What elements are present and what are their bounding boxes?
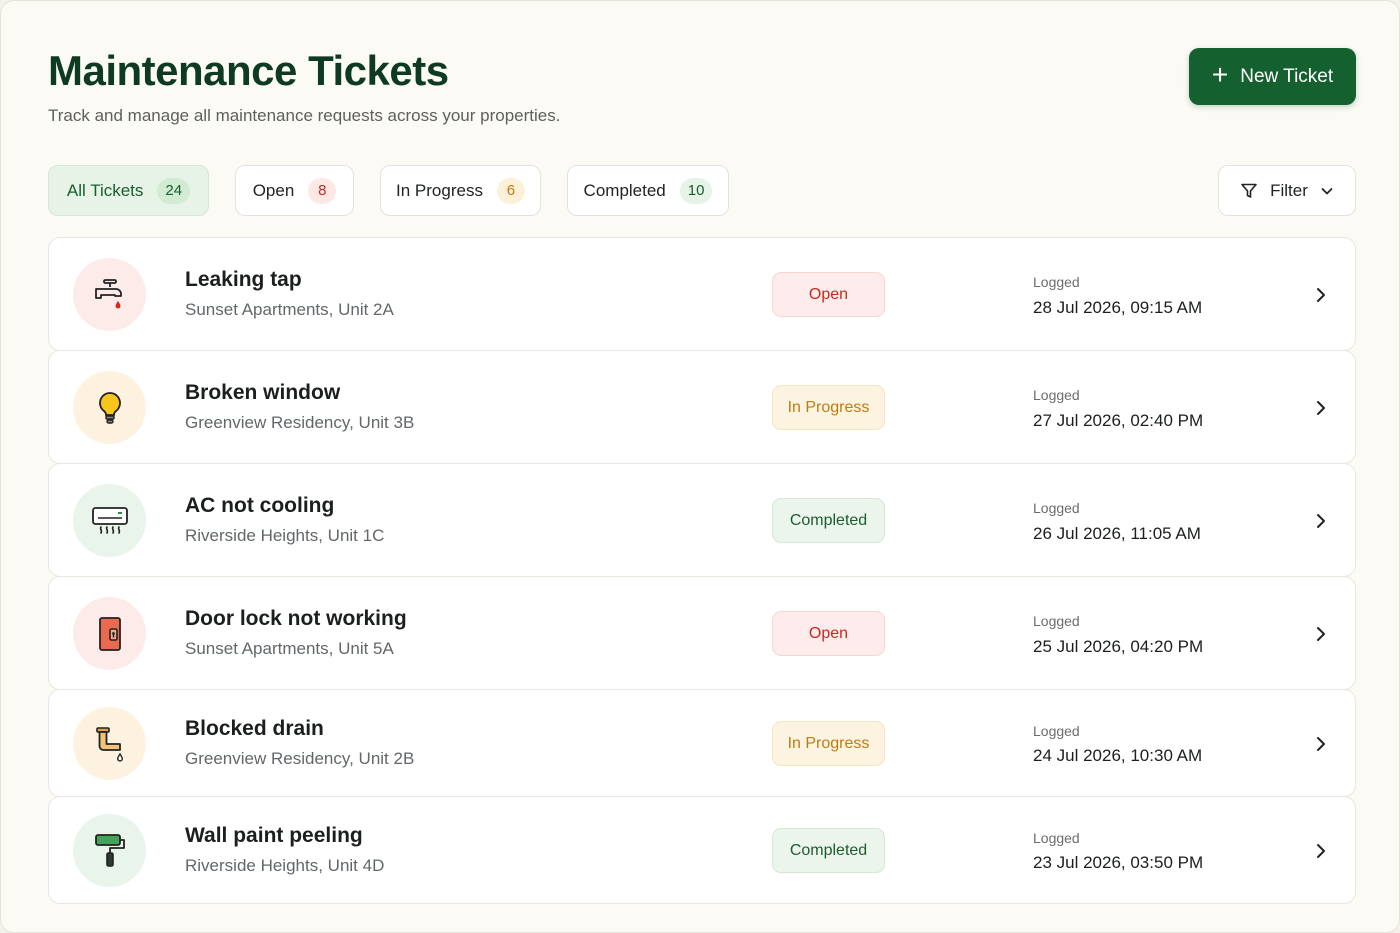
ticket-location: Greenview Residency, Unit 2B <box>185 749 415 768</box>
tab-open[interactable]: Open 8 <box>235 165 354 216</box>
tab-count-badge: 10 <box>679 177 713 204</box>
status-badge: Open <box>772 272 885 317</box>
tab-in-progress[interactable]: In Progress 6 <box>380 165 541 216</box>
ticket-icon-circle <box>73 597 146 670</box>
ticket-row[interactable]: Blocked drain Greenview Residency, Unit … <box>48 689 1356 797</box>
status-badge: Completed <box>772 828 885 873</box>
page-frame: Maintenance Tickets Track and manage all… <box>0 0 1400 933</box>
status-badge: Open <box>772 611 885 656</box>
page-title: Maintenance Tickets <box>48 47 449 94</box>
page-subtitle: Track and manage all maintenance request… <box>48 106 561 125</box>
door-lock-icon <box>98 616 121 651</box>
tab-label: All Tickets <box>66 180 144 200</box>
status-badge: In Progress <box>772 721 885 766</box>
logged-label: Logged <box>1033 723 1080 739</box>
ticket-title: Door lock not working <box>185 607 407 630</box>
tap-icon <box>94 278 122 308</box>
status-badge: In Progress <box>772 385 885 430</box>
ticket-row[interactable]: Leaking tap Sunset Apartments, Unit 2A O… <box>48 237 1356 351</box>
ticket-icon-circle <box>73 258 146 331</box>
chevron-down-icon <box>1321 187 1333 194</box>
lightbulb-icon <box>98 391 121 424</box>
logged-date: 23 Jul 2026, 03:50 PM <box>1033 853 1204 872</box>
ticket-location: Riverside Heights, Unit 4D <box>185 856 385 875</box>
tab-completed[interactable]: Completed 10 <box>567 165 729 216</box>
tab-count-badge: 6 <box>496 177 525 204</box>
air-conditioner-icon <box>91 506 128 534</box>
tab-label: Completed <box>583 180 666 200</box>
ticket-icon-circle <box>73 814 146 887</box>
paint-roller-icon <box>94 833 125 867</box>
plus-icon: + <box>1211 59 1229 90</box>
ticket-location: Riverside Heights, Unit 1C <box>185 526 385 545</box>
ticket-location: Greenview Residency, Unit 3B <box>185 413 415 432</box>
filter-label: Filter <box>1270 180 1308 200</box>
chevron-right-icon[interactable] <box>1313 398 1329 418</box>
tab-count-badge: 24 <box>157 177 191 204</box>
chevron-right-icon[interactable] <box>1313 734 1329 754</box>
logged-date: 27 Jul 2026, 02:40 PM <box>1033 411 1204 430</box>
chevron-right-icon[interactable] <box>1313 511 1329 531</box>
chevron-right-icon[interactable] <box>1313 285 1329 305</box>
logged-label: Logged <box>1033 274 1080 290</box>
logged-label: Logged <box>1033 387 1080 403</box>
ticket-icon-circle <box>73 484 146 557</box>
logged-label: Logged <box>1033 830 1080 846</box>
ticket-title: Wall paint peeling <box>185 824 363 847</box>
ticket-row[interactable]: AC not cooling Riverside Heights, Unit 1… <box>48 463 1356 577</box>
chevron-right-icon[interactable] <box>1313 624 1329 644</box>
funnel-icon <box>1241 183 1257 198</box>
ticket-row[interactable]: Wall paint peeling Riverside Heights, Un… <box>48 796 1356 904</box>
tab-all-tickets[interactable]: All Tickets 24 <box>48 165 209 216</box>
ticket-title: Blocked drain <box>185 717 324 740</box>
logged-date: 26 Jul 2026, 11:05 AM <box>1033 524 1201 543</box>
filter-dropdown[interactable]: Filter <box>1218 165 1356 216</box>
tab-count-badge: 8 <box>308 177 337 204</box>
ticket-row[interactable]: Door lock not working Sunset Apartments,… <box>48 576 1356 690</box>
logged-date: 24 Jul 2026, 10:30 AM <box>1033 746 1203 765</box>
ticket-title: AC not cooling <box>185 494 335 517</box>
chevron-right-icon[interactable] <box>1313 841 1329 861</box>
drain-pipe-icon <box>95 726 123 762</box>
tab-label: In Progress <box>396 180 483 200</box>
tab-label: Open <box>252 180 295 200</box>
logged-date: 25 Jul 2026, 04:20 PM <box>1033 637 1204 656</box>
ticket-icon-circle <box>73 707 146 780</box>
ticket-location: Sunset Apartments, Unit 2A <box>185 300 394 319</box>
logged-label: Logged <box>1033 613 1080 629</box>
ticket-title: Leaking tap <box>185 268 302 291</box>
ticket-location: Sunset Apartments, Unit 5A <box>185 639 394 658</box>
logged-label: Logged <box>1033 500 1080 516</box>
ticket-icon-circle <box>73 371 146 444</box>
ticket-title: Broken window <box>185 381 341 404</box>
new-ticket-label: New Ticket <box>1240 65 1334 87</box>
ticket-row[interactable]: Broken window Greenview Residency, Unit … <box>48 350 1356 464</box>
status-badge: Completed <box>772 498 885 543</box>
new-ticket-button[interactable]: + New Ticket <box>1189 48 1356 105</box>
logged-date: 28 Jul 2026, 09:15 AM <box>1033 298 1203 317</box>
